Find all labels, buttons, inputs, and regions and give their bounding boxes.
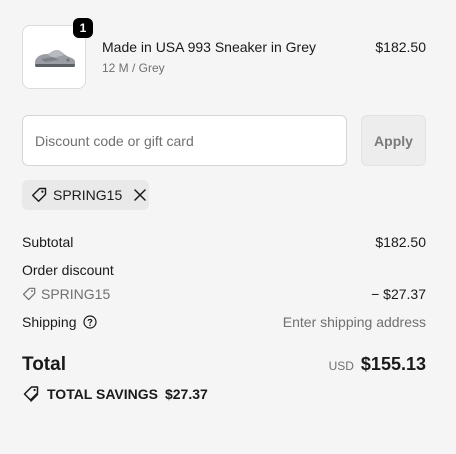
discount-code-text: SPRING15 [41,286,111,302]
discount-code-row: SPRING15 [22,286,110,302]
currency-code: USD [328,359,354,373]
discount-value: − $27.37 [371,286,426,302]
order-discount-label: Order discount [22,262,114,278]
tag-icon [31,187,47,203]
tags-icon [22,385,40,403]
discount-code-input[interactable] [22,115,347,166]
total-value: USD $155.13 [329,354,426,375]
subtotal-label: Subtotal [22,234,74,250]
product-variant: 12 M / Grey [102,61,165,75]
close-icon[interactable] [132,187,148,203]
total-label: Total [22,354,66,375]
applied-discount-chip: SPRING15 [22,180,149,210]
tag-icon [22,287,36,301]
shipping-label: Shipping [22,314,77,330]
question-circle-icon[interactable] [82,315,97,329]
total-amount: $155.13 [360,354,426,374]
apply-discount-button[interactable]: Apply [361,115,426,166]
sneaker-image [35,50,75,67]
shipping-value: Enter shipping address [282,314,426,330]
product-thumbnail: 1 [22,18,93,89]
total-savings-amount: $27.37 [164,386,208,402]
quantity-badge: 1 [73,18,93,38]
total-savings: TOTAL SAVINGS $27.37 [22,385,208,403]
applied-discount-code: SPRING15 [53,187,123,203]
total-savings-label: TOTAL SAVINGS [47,386,158,402]
product-title: Made in USA 993 Sneaker in Grey [102,39,317,55]
product-price: $182.50 [375,39,426,55]
subtotal-value: $182.50 [375,234,426,250]
cart-line-item: 1 Made in USA 993 Sneaker in Grey 12 M /… [22,18,426,91]
shipping-row: Shipping [22,314,97,330]
